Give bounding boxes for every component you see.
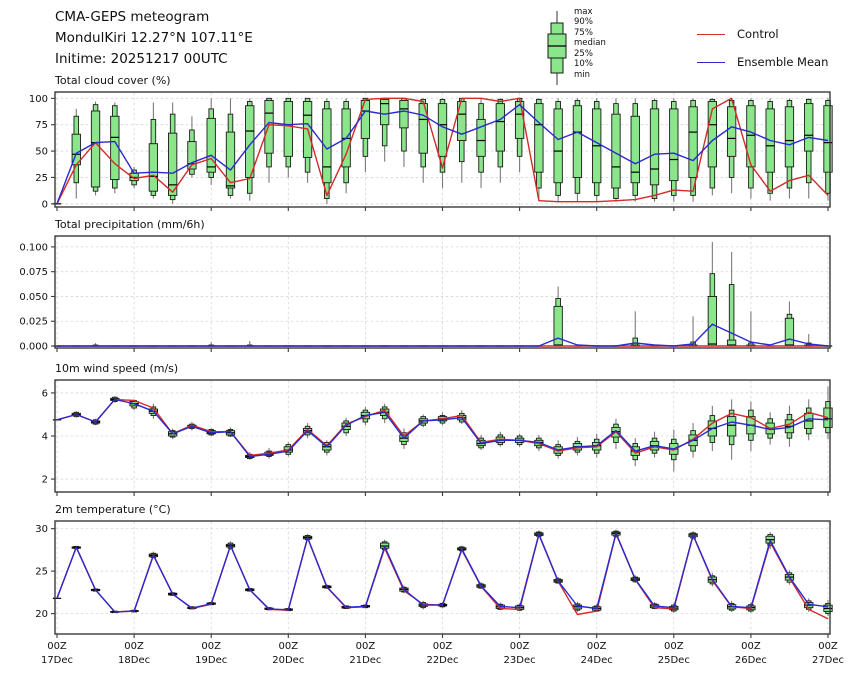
- panel-cloud-cover: 0 25 50 75 100: [29, 92, 832, 211]
- x-tick-time-label: 00Z: [510, 641, 530, 652]
- y-tick-label: 0: [42, 199, 48, 210]
- box-25-75: [554, 109, 562, 183]
- y-tick-label: 30: [35, 524, 48, 535]
- y-tick-label: 6: [42, 388, 48, 399]
- y-tick-label: 25: [35, 567, 48, 578]
- box-25-75: [708, 296, 716, 346]
- x-tick-time-label: 00Z: [201, 641, 221, 652]
- x-tick-date-label: 23Dec: [504, 655, 536, 666]
- box-25-75: [689, 107, 697, 178]
- x-tick-time-label: 00Z: [664, 641, 684, 652]
- box-25-75: [168, 133, 176, 195]
- x-tick-date-label: 27Dec: [812, 655, 844, 666]
- box-25-75: [805, 104, 813, 151]
- panel-temperature: 20 25 30: [35, 521, 832, 638]
- box-25-75: [727, 417, 735, 436]
- y-tick-label: 25: [35, 173, 48, 184]
- box-25-75: [727, 107, 735, 157]
- panel-wind-speed: 2 4 6: [42, 380, 833, 496]
- x-tick-date-label: 21Dec: [349, 655, 381, 666]
- x-tick-time-label: 00Z: [279, 641, 299, 652]
- box-25-75: [400, 100, 408, 127]
- y-tick-label: 100: [29, 94, 48, 105]
- box-25-75: [650, 109, 658, 185]
- x-tick-date-label: 25Dec: [658, 655, 690, 666]
- y-tick-label: 0.100: [19, 242, 48, 253]
- box-25-75: [438, 104, 446, 157]
- box-25-75: [284, 101, 292, 156]
- x-tick-date-label: 22Dec: [426, 655, 458, 666]
- box-25-75: [535, 104, 543, 173]
- y-tick-label: 0.050: [19, 292, 48, 303]
- box-25-75: [554, 306, 562, 346]
- box-25-75: [149, 144, 157, 191]
- x-tick-time-label: 00Z: [818, 641, 838, 652]
- y-tick-label: 75: [35, 120, 48, 131]
- box-10-90: [729, 285, 734, 346]
- x-tick-date-label: 17Dec: [41, 655, 73, 666]
- box-25-75: [496, 104, 504, 151]
- box-25-75: [785, 107, 793, 167]
- box-25-75: [670, 109, 678, 181]
- box-25-75: [785, 318, 793, 346]
- x-tick-date-label: 24Dec: [581, 655, 613, 666]
- y-tick-label: 20: [35, 609, 48, 620]
- x-tick-time-label: 00Z: [433, 641, 453, 652]
- box-25-75: [91, 111, 99, 187]
- y-tick-label: 4: [42, 432, 48, 443]
- meteogram-charts: 0 25 50 75 100 0.000 0.025 0.050 0.075 0.100 2 4 6 20…: [0, 0, 852, 680]
- x-tick-date-label: 26Dec: [735, 655, 767, 666]
- x-tick-date-label: 20Dec: [272, 655, 304, 666]
- x-tick-date-label: 19Dec: [195, 655, 227, 666]
- x-axis-labels: 00Z 17Dec 00Z 18Dec 00Z 19Dec 00Z 20Dec 00Z 21Dec…: [41, 641, 844, 666]
- x-tick-time-label: 00Z: [47, 641, 67, 652]
- x-tick-time-label: 00Z: [741, 641, 761, 652]
- y-tick-label: 0.075: [19, 267, 48, 278]
- x-tick-date-label: 18Dec: [118, 655, 150, 666]
- x-tick-time-label: 00Z: [124, 641, 144, 652]
- box-25-75: [747, 106, 755, 167]
- y-tick-label: 50: [35, 147, 48, 158]
- y-tick-label: 0.025: [19, 317, 48, 328]
- x-tick-time-label: 00Z: [356, 641, 376, 652]
- box-25-75: [207, 118, 215, 172]
- y-tick-label: 2: [42, 475, 48, 486]
- x-tick-time-label: 00Z: [587, 641, 607, 652]
- box-25-75: [573, 106, 581, 178]
- meteogram-figure: CMA-GEPS meteogram MondulKiri 12.27°N 10…: [0, 0, 852, 680]
- panel-precipitation: 0.000 0.025 0.050 0.075 0.100: [19, 236, 832, 353]
- box-25-75: [111, 116, 119, 179]
- box-25-75: [824, 106, 832, 172]
- y-tick-label: 0.000: [19, 342, 48, 353]
